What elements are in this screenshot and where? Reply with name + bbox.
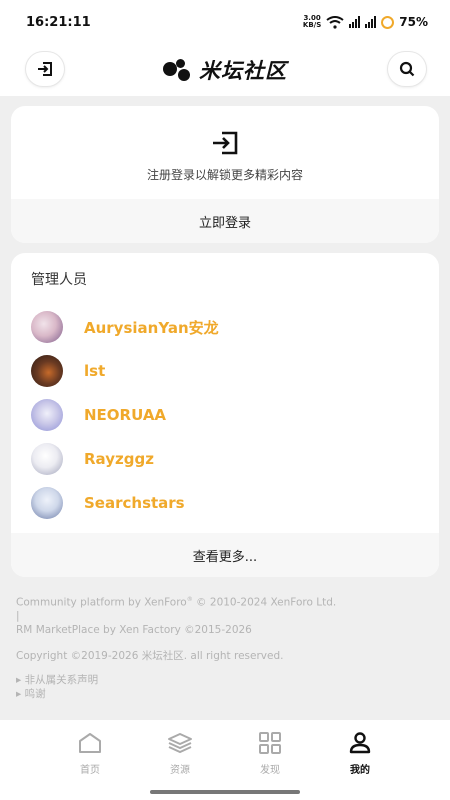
login-icon	[213, 131, 238, 155]
footer-link-thanks[interactable]: ▸ 鸣谢	[16, 686, 46, 701]
status-icons: 3.00 KB/S 75%	[302, 14, 428, 30]
logo-mark-icon	[163, 59, 193, 81]
home-indicator	[150, 790, 300, 794]
grid-icon	[259, 732, 281, 754]
tab-resources[interactable]: 资源	[150, 732, 210, 776]
tab-home[interactable]: 首页	[60, 732, 120, 776]
battery-icon	[381, 15, 395, 29]
view-more-button[interactable]: 查看更多...	[11, 533, 439, 577]
footer-credit-xenfactory[interactable]: RM MarketPlace by Xen Factory ©2015-2026	[16, 624, 252, 636]
tab-mine[interactable]: 我的	[330, 732, 390, 776]
avatar[interactable]	[31, 311, 63, 343]
wifi-icon	[326, 15, 344, 29]
network-speed: 3.00 KB/S	[302, 14, 322, 29]
staff-member-name[interactable]: Searchstars	[84, 494, 185, 512]
bottom-tab-bar: 首页 资源 发现 我的	[0, 720, 450, 800]
avatar[interactable]	[31, 487, 63, 519]
login-hint-text: 注册登录以解锁更多精彩内容	[146, 168, 303, 182]
staff-member-name[interactable]: Rayzggz	[84, 450, 154, 468]
search-icon	[399, 61, 415, 77]
staff-member-row[interactable]: lst	[11, 349, 439, 393]
layers-icon	[168, 733, 192, 754]
staff-member-row[interactable]: NEORUAA	[11, 393, 439, 437]
footer-link-disclaimer[interactable]: ▸ 非从属关系声明	[16, 672, 98, 687]
app-title: 米坛社区	[199, 59, 287, 83]
staff-member-name[interactable]: lst	[84, 362, 105, 380]
avatar[interactable]	[31, 399, 63, 431]
login-now-button[interactable]: 立即登录	[11, 199, 439, 243]
tab-discover[interactable]: 发现	[240, 732, 300, 776]
avatar[interactable]	[31, 443, 63, 475]
home-icon	[79, 733, 101, 753]
status-bar: 16:21:11 3.00 KB/S 75%	[0, 0, 450, 44]
staff-section-title: 管理人员	[31, 272, 87, 288]
staff-member-name[interactable]: NEORUAA	[84, 406, 166, 424]
login-icon	[38, 62, 52, 76]
user-icon	[349, 732, 371, 754]
footer-separator: |	[16, 610, 20, 622]
search-button[interactable]	[388, 52, 426, 86]
app-header: 米坛社区	[0, 44, 450, 96]
staff-card: 管理人员 AurysianYan安龙 lst NEORUAA Rayzggz S…	[11, 253, 439, 577]
login-button[interactable]	[26, 52, 64, 86]
status-time: 16:21:11	[26, 14, 91, 30]
staff-member-row[interactable]: AurysianYan安龙	[11, 305, 439, 349]
login-card: 注册登录以解锁更多精彩内容 立即登录	[11, 106, 439, 243]
signal-icon	[349, 16, 361, 28]
battery-percent: 75%	[399, 15, 428, 29]
signal-icon-2	[365, 16, 377, 28]
footer-copyright: Copyright ©2019-2026 米坛社区. all right res…	[16, 650, 284, 662]
staff-member-name[interactable]: AurysianYan安龙	[84, 317, 219, 338]
staff-member-row[interactable]: Rayzggz	[11, 437, 439, 481]
app-logo: 米坛社区	[163, 55, 287, 85]
footer-credit-xenforo[interactable]: Community platform by XenForo® © 2010-20…	[16, 596, 336, 609]
avatar[interactable]	[31, 355, 63, 387]
staff-member-row[interactable]: Searchstars	[11, 481, 439, 525]
staff-list: AurysianYan安龙 lst NEORUAA Rayzggz Search…	[11, 305, 439, 525]
